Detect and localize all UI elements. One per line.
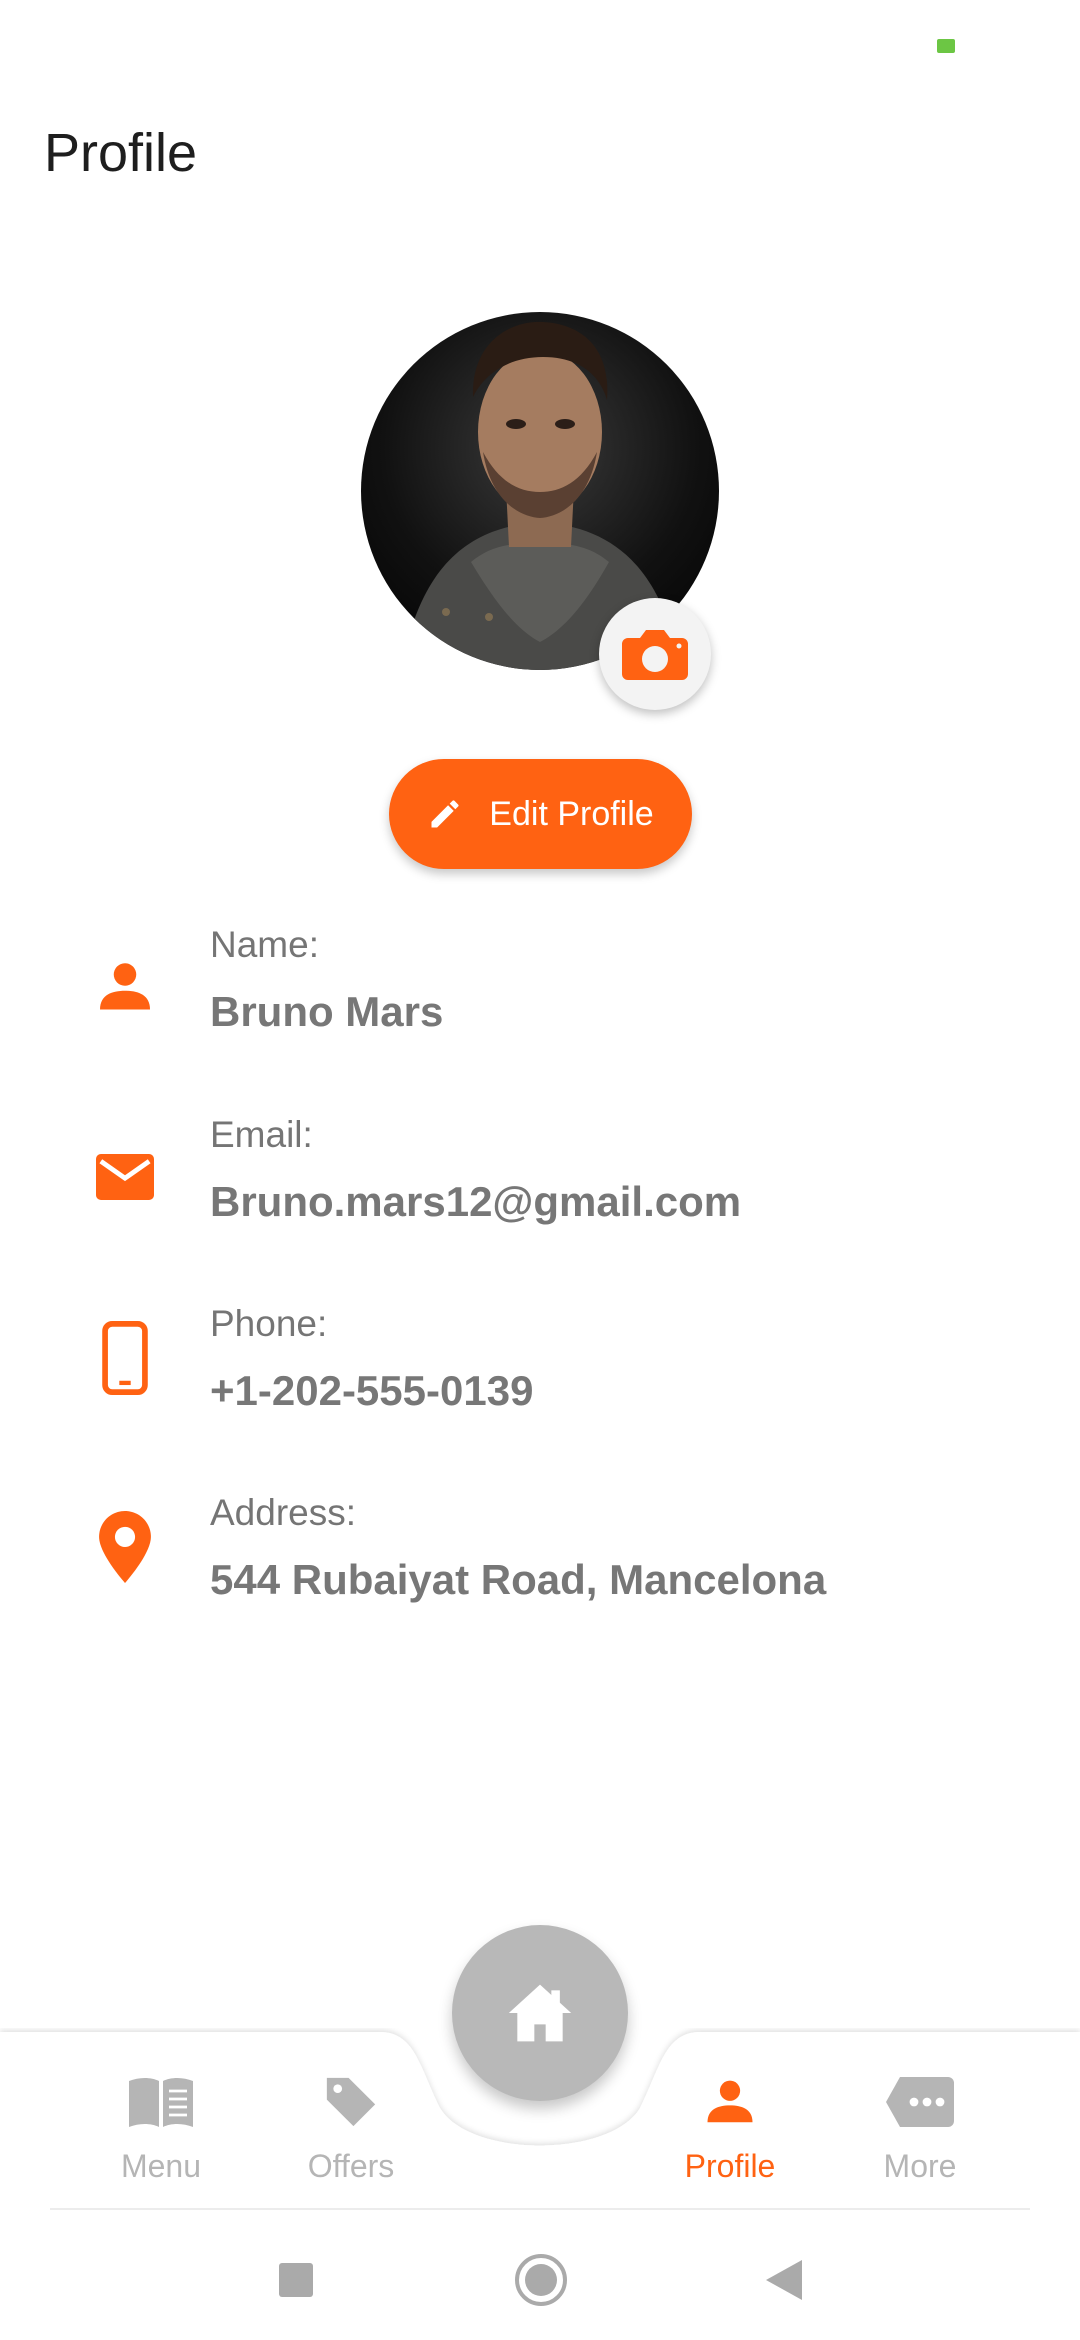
name-label: Name: [210, 924, 319, 965]
more-dots-icon [845, 2070, 995, 2134]
info-row-name: Name: Bruno Mars [0, 920, 1080, 1070]
info-row-address: Address: 544 Rubaiyat Road, Mancelona [0, 1488, 1080, 1638]
phone-icon [88, 1321, 162, 1395]
battery-icon [937, 39, 955, 53]
nav-label-more: More [883, 2148, 957, 2184]
phone-label: Phone: [210, 1303, 328, 1344]
tag-icon [276, 2070, 426, 2134]
back-triangle-icon [766, 2260, 802, 2300]
nav-item-offers[interactable]: Offers [276, 2070, 426, 2185]
divider [50, 2208, 1030, 2210]
square-icon [279, 2263, 313, 2297]
info-row-email: Email: Bruno.mars12@gmail.com [0, 1110, 1080, 1260]
camera-icon [622, 630, 688, 680]
nav-item-profile[interactable]: Profile [655, 2070, 805, 2185]
home-icon [508, 1984, 572, 2042]
home-button[interactable] [452, 1925, 628, 2101]
nav-label-offers: Offers [307, 2148, 395, 2184]
edit-profile-button[interactable]: Edit Profile [389, 759, 692, 869]
email-value: Bruno.mars12@gmail.com [210, 1178, 742, 1225]
pencil-icon [431, 800, 459, 828]
avatar-container [361, 312, 719, 710]
person-icon [88, 950, 162, 1024]
edit-profile-label: Edit Profile [489, 794, 654, 833]
address-value: 544 Rubaiyat Road, Mancelona [210, 1556, 827, 1603]
system-back-button[interactable] [754, 2250, 814, 2310]
status-bar [0, 0, 1080, 90]
nav-item-more[interactable]: More [845, 2070, 995, 2185]
name-value: Bruno Mars [210, 988, 444, 1035]
email-label: Email: [210, 1114, 313, 1155]
change-photo-button[interactable] [599, 598, 711, 710]
system-home-button[interactable] [511, 2250, 571, 2310]
mail-icon [88, 1140, 162, 1214]
nav-label-profile: Profile [684, 2148, 776, 2184]
circle-home-icon [515, 2254, 567, 2306]
address-label: Address: [210, 1492, 357, 1533]
page-title: Profile [44, 123, 198, 183]
nav-label-menu: Menu [120, 2148, 202, 2184]
person-icon [655, 2070, 805, 2134]
recents-button[interactable] [266, 2250, 326, 2310]
location-pin-icon [88, 1510, 162, 1584]
info-row-phone: Phone: +1-202-555-0139 [0, 1299, 1080, 1449]
phone-value: +1-202-555-0139 [210, 1367, 534, 1414]
nav-item-menu[interactable]: Menu [86, 2070, 236, 2185]
book-icon [86, 2070, 236, 2134]
